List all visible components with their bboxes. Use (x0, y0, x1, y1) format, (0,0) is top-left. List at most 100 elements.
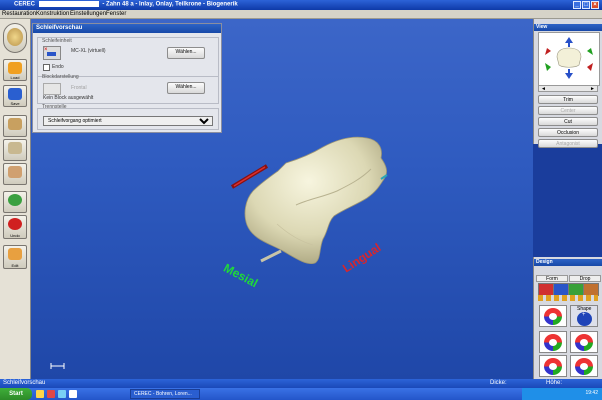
load-button[interactable]: Load (3, 59, 27, 81)
undo-button[interactable]: Undo (3, 215, 27, 239)
lingual-label: Lingual (340, 240, 383, 275)
task-cerec[interactable]: CEREC - Bohren, Loren... (130, 389, 200, 399)
start-button[interactable]: Start (0, 388, 32, 400)
quicklaunch-icon[interactable] (69, 390, 77, 398)
occlusion-button[interactable]: Occlusion (538, 128, 598, 137)
quicklaunch-icon[interactable] (36, 390, 44, 398)
cerec-logo-button[interactable] (3, 23, 27, 53)
arrow-down-icon[interactable] (565, 69, 573, 79)
close-button[interactable]: × (591, 1, 599, 9)
quicklaunch-icon[interactable] (58, 390, 66, 398)
endo-checkbox[interactable] (43, 64, 50, 71)
menu-konstruktion[interactable]: Konstruktion (36, 11, 69, 17)
center-button[interactable]: Center (538, 106, 598, 115)
trim-button[interactable]: Trim (538, 95, 598, 104)
process-select[interactable]: Schleifvorgang optimiert (43, 116, 213, 126)
antagonist-button[interactable]: Antagonist (538, 139, 598, 148)
title-bar: CEREC - Zahn 48 a - Inlay, Onlay, Teilkr… (0, 0, 602, 10)
system-tray: 19:42 (522, 388, 602, 400)
menu-einstellungen[interactable]: Einstellungen (70, 11, 106, 17)
document-title: - Zahn 48 a - Inlay, Onlay, Teilkrone - … (102, 1, 238, 8)
unit-value: MC-XL (virtuell) (71, 48, 106, 54)
nav-left-button[interactable]: ◄ (541, 86, 546, 92)
design-panel: Design Form Drop Shape + (533, 257, 602, 379)
separator-group-label: Trennstelle (42, 104, 67, 110)
design-panel-title: Design (534, 259, 602, 266)
rotate-left-down-icon[interactable] (545, 63, 551, 71)
rotate-tool-left[interactable] (539, 305, 567, 327)
edit-icon (8, 248, 22, 260)
rotate-right-up-icon[interactable] (587, 48, 593, 55)
tooth-step3-button[interactable] (3, 163, 27, 185)
unit-group-label: Schleifeinheit (42, 38, 72, 44)
tooth-icon (8, 142, 22, 154)
rotate-left-up-icon[interactable] (545, 48, 551, 55)
rotate-ring-icon (575, 358, 593, 375)
endo-label: Endo (52, 64, 64, 70)
logo-icon (7, 28, 23, 46)
menu-bar: Restauration Konstruktion Einstellungen … (0, 10, 602, 19)
save-button[interactable]: Save (3, 85, 27, 107)
disk-icon (8, 88, 22, 100)
clock: 19:42 (585, 390, 598, 396)
rotate-right-down-icon[interactable] (587, 63, 593, 71)
load-label: Load (10, 75, 20, 80)
rotate-ring-icon (544, 308, 562, 325)
restore-button[interactable]: □ (582, 1, 590, 9)
save-label: Save (10, 101, 20, 106)
rotate-ring-icon (544, 358, 562, 375)
menu-restauration[interactable]: Restauration (2, 11, 36, 17)
rotate-tool-bottom-left[interactable] (539, 355, 567, 377)
block-value: Frontal (71, 85, 87, 91)
rotate-tool-bottom-right[interactable] (570, 355, 598, 377)
status-text: Schleifvorschau (3, 380, 46, 386)
rotate-tool-mid-left[interactable] (539, 331, 567, 353)
shape-circle-icon: + (577, 312, 592, 326)
taskbar: Start CEREC - Bohren, Loren... 19:42 (0, 388, 602, 400)
tooth-step2-button[interactable] (3, 139, 27, 161)
rotate-ring-icon (575, 334, 593, 351)
tab-drop[interactable]: Drop (569, 275, 601, 282)
mesial-label: Mesial (221, 261, 260, 291)
rotate-tool-mid-right[interactable] (570, 331, 598, 353)
shape-tool[interactable]: Shape + (570, 305, 598, 327)
block-select-button[interactable]: Wählen... (167, 82, 205, 94)
thickness-label: Dicke: (490, 380, 507, 386)
grinding-preview-panel: Schleifvorschau Schleifeinheit × MC-XL (… (32, 23, 222, 133)
mill-icon: × (43, 46, 61, 60)
block-icon (43, 83, 61, 95)
tab-form[interactable]: Form (536, 275, 568, 282)
design-tool-row (538, 283, 599, 296)
unit-select-button[interactable]: Wählen... (167, 47, 205, 59)
tooth-restoration (244, 136, 387, 265)
material-slider[interactable] (538, 295, 598, 301)
arrow-right-icon (8, 194, 22, 206)
scale-bar (50, 363, 65, 369)
cut-button[interactable]: Cut (538, 117, 598, 126)
title-redacted-field (38, 1, 99, 7)
insertion-pin (260, 249, 282, 263)
app-title: CEREC (14, 1, 36, 8)
next-button[interactable] (3, 191, 27, 213)
arrow-up-icon[interactable] (565, 37, 573, 47)
plus-icon: + (582, 312, 586, 318)
view-panel: View ◄ ► Trim Center Cut Occlusion Antag… (533, 19, 602, 148)
tooth-step1-button[interactable] (3, 115, 27, 137)
tooth-icon (8, 118, 22, 130)
rotate-ring-icon (544, 334, 562, 351)
nav-right-button[interactable]: ► (590, 86, 595, 92)
quicklaunch-icon[interactable] (47, 390, 55, 398)
tooth-icon (8, 166, 22, 178)
menu-fenster[interactable]: Fenster (106, 11, 126, 17)
minimize-button[interactable]: _ (573, 1, 581, 9)
height-label: Höhe: (546, 380, 563, 386)
folder-icon (8, 62, 22, 74)
arrow-left-icon (8, 218, 22, 230)
view-nav-row: ◄ ► (538, 85, 598, 92)
edit-label: Edit (11, 263, 19, 268)
window-title: CEREC - Zahn 48 a - Inlay, Onlay, Teilkr… (14, 1, 238, 8)
left-toolbar: Load Save Undo Edit (0, 19, 31, 379)
view-cube[interactable] (538, 32, 600, 86)
undo-label: Undo (10, 233, 20, 238)
edit-button[interactable]: Edit (3, 245, 27, 269)
